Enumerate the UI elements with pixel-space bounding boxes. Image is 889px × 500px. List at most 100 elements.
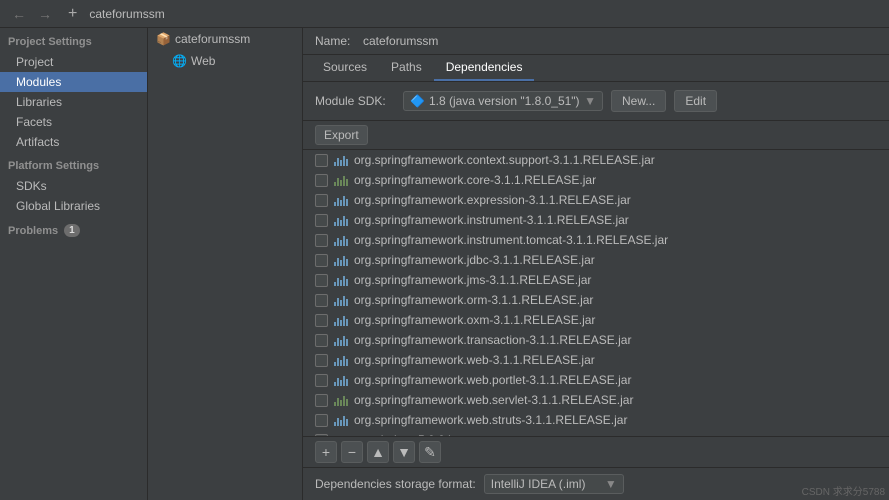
remove-dependency-button[interactable]: − (341, 441, 363, 463)
new-sdk-button[interactable]: New... (611, 90, 666, 112)
sidebar-item-sdks[interactable]: SDKs (0, 176, 147, 196)
sidebar-item-artifacts[interactable]: Artifacts (0, 132, 147, 152)
dep-item[interactable]: org.springframework.instrument.tomcat-3.… (303, 230, 889, 250)
dep-name: org.springframework.instrument.tomcat-3.… (354, 233, 877, 247)
bottom-toolbar: + − ▲ ▼ ✎ (303, 436, 889, 467)
web-icon: 🌐 (172, 54, 187, 68)
dep-checkbox[interactable] (315, 314, 328, 327)
format-value: IntelliJ IDEA (.iml) (491, 477, 586, 491)
export-button[interactable]: Export (315, 125, 368, 145)
platform-settings-heading: Platform Settings (0, 152, 147, 176)
dep-name: org.springframework.core-3.1.1.RELEASE.j… (354, 173, 877, 187)
nav-buttons: ← → (8, 4, 56, 24)
module-icon: 📦 (156, 32, 171, 46)
edit-sdk-button[interactable]: Edit (674, 90, 717, 112)
sdk-dropdown-arrow: ▼ (584, 94, 596, 108)
sdk-icon: 🔷 (410, 94, 425, 108)
sdk-select[interactable]: 🔷 1.8 (java version "1.8.0_51") ▼ (403, 91, 603, 111)
main-layout: Project Settings Project Modules Librari… (0, 28, 889, 500)
dep-name: org.springframework.oxm-3.1.1.RELEASE.ja… (354, 313, 877, 327)
dependencies-list: org.springframework.context.support-3.1.… (303, 150, 889, 436)
tab-sources[interactable]: Sources (311, 55, 379, 81)
add-button[interactable]: + (64, 5, 81, 23)
dep-icon (334, 173, 348, 187)
dep-checkbox[interactable] (315, 294, 328, 307)
dep-item[interactable]: org.springframework.context.support-3.1.… (303, 150, 889, 170)
project-settings-heading: Project Settings (0, 28, 147, 52)
dep-checkbox[interactable] (315, 374, 328, 387)
dep-icon (334, 313, 348, 327)
content-panel: Name: cateforumssm Sources Paths Depende… (303, 28, 889, 500)
sidebar-item-facets[interactable]: Facets (0, 112, 147, 132)
dep-name: org.springframework.jdbc-3.1.1.RELEASE.j… (354, 253, 877, 267)
edit-dependency-button[interactable]: ✎ (419, 441, 441, 463)
sidebar-item-modules[interactable]: Modules (0, 72, 147, 92)
dep-name: org.springframework.instrument-3.1.1.REL… (354, 213, 877, 227)
back-button[interactable]: ← (8, 4, 30, 24)
dep-checkbox[interactable] (315, 214, 328, 227)
window-title: cateforumssm (89, 7, 164, 21)
move-up-button[interactable]: ▲ (367, 441, 389, 463)
sdk-label: Module SDK: (315, 94, 395, 108)
dep-icon (334, 233, 348, 247)
dep-name: org.springframework.web-3.1.1.RELEASE.ja… (354, 353, 877, 367)
add-dependency-button[interactable]: + (315, 441, 337, 463)
dep-icon (334, 373, 348, 387)
dep-item[interactable]: org.springframework.jdbc-3.1.1.RELEASE.j… (303, 250, 889, 270)
dep-item[interactable]: org.springframework.jms-3.1.1.RELEASE.ja… (303, 270, 889, 290)
dep-icon (334, 353, 348, 367)
dep-name: org.springframework.expression-3.1.1.REL… (354, 193, 877, 207)
dep-item[interactable]: org.springframework.web.portlet-3.1.1.RE… (303, 370, 889, 390)
dep-checkbox[interactable] (315, 414, 328, 427)
dep-item[interactable]: org.springframework.instrument-3.1.1.REL… (303, 210, 889, 230)
dep-name: org.springframework.jms-3.1.1.RELEASE.ja… (354, 273, 877, 287)
dep-icon (334, 253, 348, 267)
sidebar-item-project[interactable]: Project (0, 52, 147, 72)
dep-checkbox[interactable] (315, 354, 328, 367)
sidebar-item-libraries[interactable]: Libraries (0, 92, 147, 112)
dep-item[interactable]: org.springframework.web.servlet-3.1.1.RE… (303, 390, 889, 410)
move-down-button[interactable]: ▼ (393, 441, 415, 463)
sdk-value: 1.8 (java version "1.8.0_51") (429, 94, 580, 108)
dep-item[interactable]: org.springframework.web.struts-3.1.1.REL… (303, 410, 889, 430)
dep-item[interactable]: org.springframework.oxm-3.1.1.RELEASE.ja… (303, 310, 889, 330)
dep-checkbox[interactable] (315, 274, 328, 287)
module-root-item[interactable]: 📦 cateforumssm (148, 28, 302, 50)
module-tree: 📦 cateforumssm 🌐 Web (148, 28, 303, 500)
tab-paths[interactable]: Paths (379, 55, 434, 81)
dep-checkbox[interactable] (315, 334, 328, 347)
dep-item[interactable]: org.springframework.core-3.1.1.RELEASE.j… (303, 170, 889, 190)
sidebar-item-global-libraries[interactable]: Global Libraries (0, 196, 147, 216)
dep-checkbox[interactable] (315, 174, 328, 187)
dep-checkbox[interactable] (315, 194, 328, 207)
dep-name: org.springframework.web.struts-3.1.1.REL… (354, 413, 877, 427)
dep-name: org.springframework.orm-3.1.1.RELEASE.ja… (354, 293, 877, 307)
problems-section: Problems 1 (0, 216, 147, 241)
tab-dependencies[interactable]: Dependencies (434, 55, 535, 81)
dep-item[interactable]: org.springframework.transaction-3.1.1.RE… (303, 330, 889, 350)
export-row: Export (303, 121, 889, 150)
dep-icon (334, 213, 348, 227)
dep-icon (334, 153, 348, 167)
format-select[interactable]: IntelliJ IDEA (.iml) ▼ (484, 474, 624, 494)
sdk-row: Module SDK: 🔷 1.8 (java version "1.8.0_5… (303, 82, 889, 121)
module-web-label: Web (191, 54, 215, 68)
dep-checkbox[interactable] (315, 234, 328, 247)
name-row: Name: cateforumssm (303, 28, 889, 55)
dep-name: org.springframework.web.servlet-3.1.1.RE… (354, 393, 877, 407)
dep-checkbox[interactable] (315, 254, 328, 267)
module-web-item[interactable]: 🌐 Web (148, 50, 302, 72)
module-root-label: cateforumssm (175, 32, 250, 46)
dep-name: org.springframework.web.portlet-3.1.1.RE… (354, 373, 877, 387)
sidebar: Project Settings Project Modules Librari… (0, 28, 148, 500)
dep-checkbox[interactable] (315, 154, 328, 167)
name-label: Name: (315, 34, 355, 48)
forward-button[interactable]: → (34, 4, 56, 24)
title-bar: ← → + cateforumssm (0, 0, 889, 28)
dep-item[interactable]: org.springframework.orm-3.1.1.RELEASE.ja… (303, 290, 889, 310)
dep-item[interactable]: org.springframework.expression-3.1.1.REL… (303, 190, 889, 210)
dep-item[interactable]: org.springframework.web-3.1.1.RELEASE.ja… (303, 350, 889, 370)
dep-icon (334, 333, 348, 347)
dep-checkbox[interactable] (315, 394, 328, 407)
dep-icon (334, 193, 348, 207)
